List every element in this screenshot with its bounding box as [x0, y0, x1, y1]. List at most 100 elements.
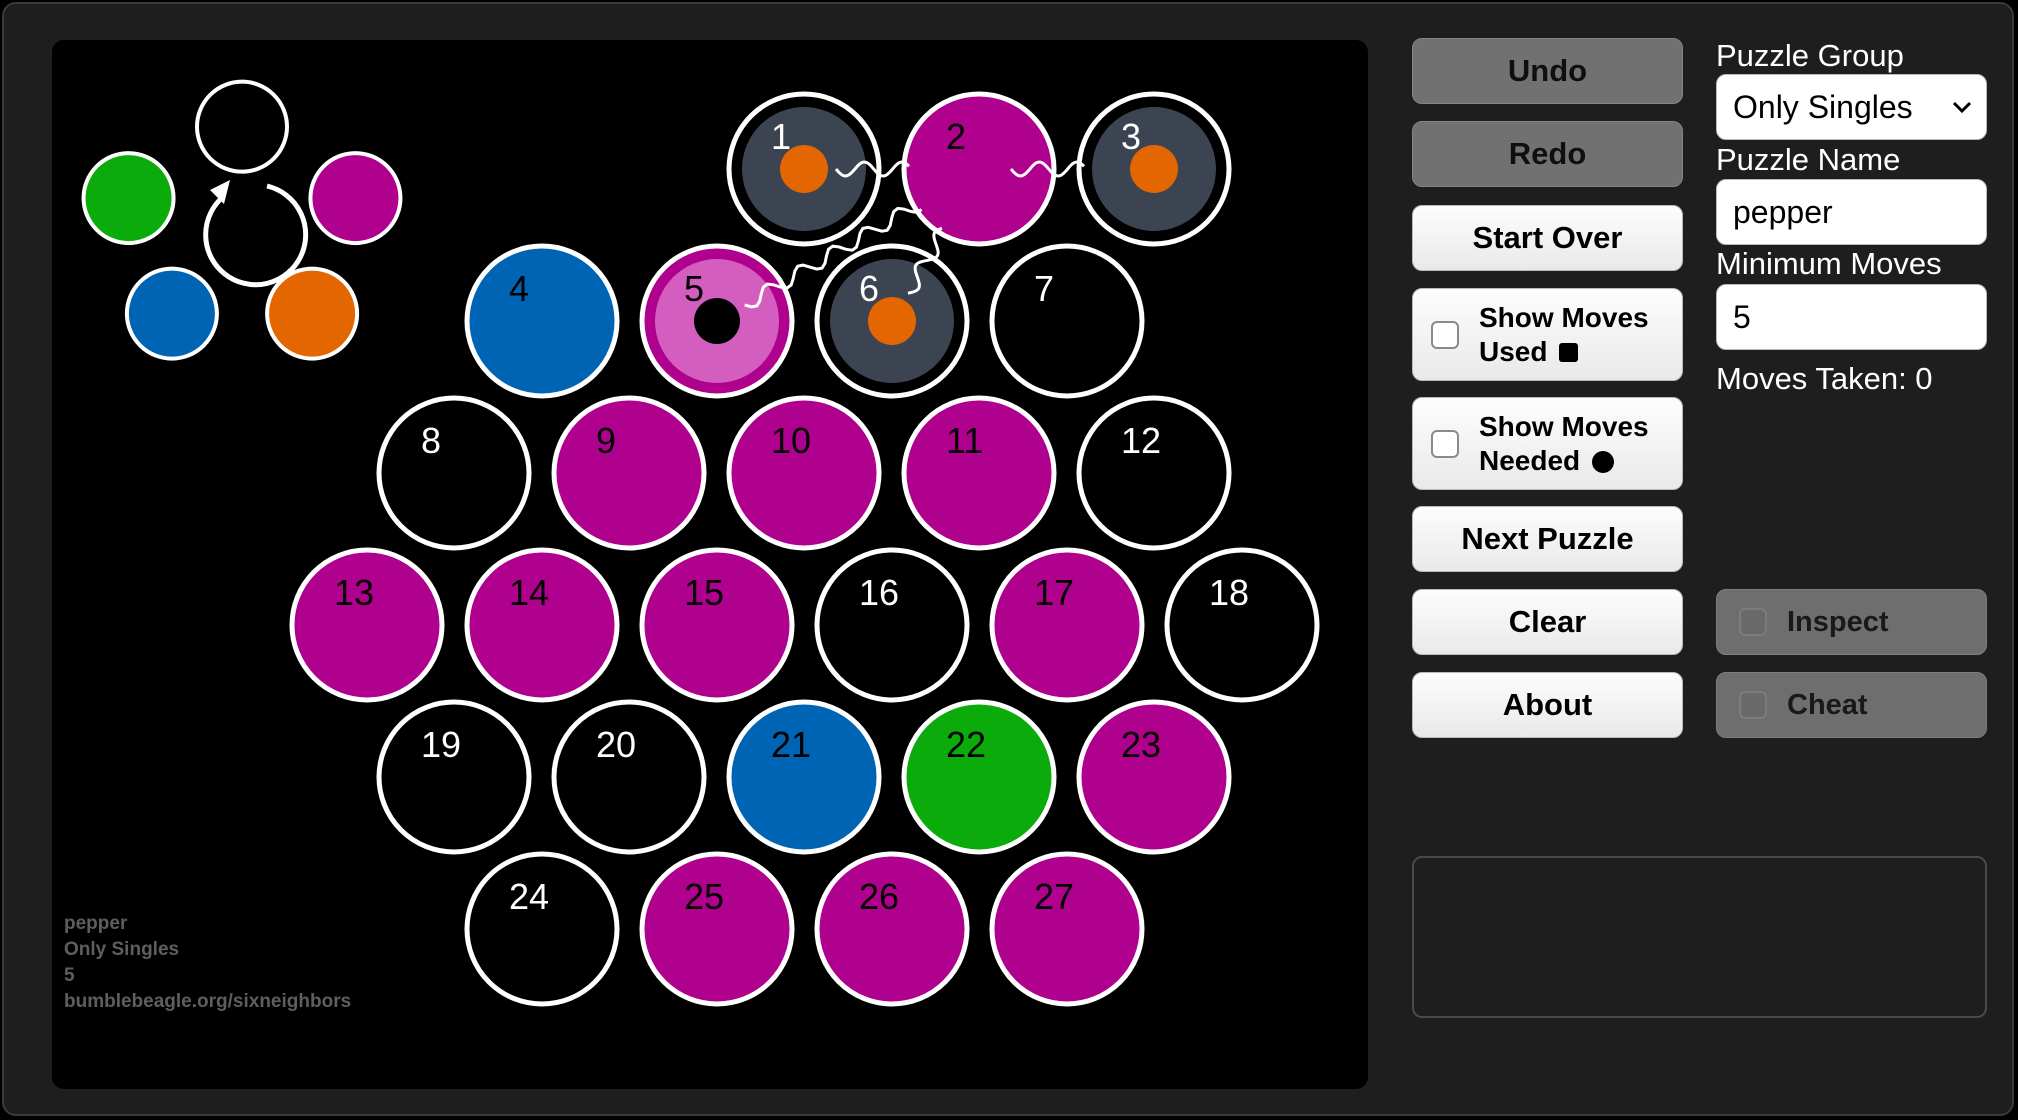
puzzle-name-label: Puzzle Name [1716, 142, 1901, 177]
cheat-label: Cheat [1787, 689, 1868, 721]
hex-cell-21[interactable]: 21 [726, 699, 882, 855]
cell-number-9: 9 [596, 420, 616, 461]
puzzle-info-group: Only Singles [64, 939, 180, 960]
game-board[interactable]: 1 2 3 4 5 6 7 8 9 10 11 12 13 14 15 16 17 18 19 20 21 22 23 24 2… [52, 40, 1368, 1089]
hex-cell-18[interactable]: 18 [1164, 547, 1320, 703]
hex-cell-7[interactable]: 7 [989, 243, 1145, 399]
color-palette [81, 79, 403, 361]
minimum-moves-label: Minimum Moves [1716, 246, 1942, 281]
minimum-moves-field[interactable]: 5 [1716, 284, 1987, 350]
hex-cell-11[interactable]: 11 [901, 395, 1057, 551]
undo-button[interactable]: Undo [1412, 38, 1683, 104]
hex-cell-22[interactable]: 22 [901, 699, 1057, 855]
hex-cell-26[interactable]: 26 [814, 851, 970, 1007]
palette-swatch-orange[interactable] [265, 266, 360, 361]
hex-cell-27[interactable]: 27 [989, 851, 1145, 1007]
inspect-label: Inspect [1787, 606, 1889, 638]
hex-cell-24[interactable]: 24 [464, 851, 620, 1007]
hex-cell-3[interactable]: 3 [1076, 91, 1232, 247]
chevron-down-icon [1952, 101, 1972, 114]
about-button[interactable]: About [1412, 672, 1683, 738]
cell-number-8: 8 [421, 420, 441, 461]
show-moves-needed-label-line2: Needed [1479, 444, 1581, 476]
start-over-button[interactable]: Start Over [1412, 205, 1683, 271]
square-marker-icon [1559, 342, 1579, 362]
hex-cell-23[interactable]: 23 [1076, 699, 1232, 855]
cell-number-20: 20 [596, 724, 636, 765]
cheat-checkbox[interactable] [1739, 691, 1767, 719]
hex-cell-8[interactable]: 8 [376, 395, 532, 551]
hex-cell-17[interactable]: 17 [989, 547, 1145, 703]
show-moves-needed-toggle[interactable]: Show Moves Needed [1412, 397, 1683, 490]
clear-button[interactable]: Clear [1412, 589, 1683, 655]
puzzle-name-input[interactable]: pepper [1716, 179, 1987, 245]
inspect-checkbox[interactable] [1739, 608, 1767, 636]
cell-number-25: 25 [684, 876, 724, 917]
hex-cell-25[interactable]: 25 [639, 851, 795, 1007]
palette-swatch-empty[interactable] [195, 79, 289, 174]
moves-taken-text: Moves Taken: 0 [1716, 361, 1933, 396]
puzzle-info-site: bumblebeagle.org/sixneighbors [64, 991, 352, 1012]
cell-number-26: 26 [859, 876, 899, 917]
palette-swatch-green[interactable] [81, 151, 176, 246]
hex-cell-14[interactable]: 14 [464, 547, 620, 703]
puzzle-group-selected: Only Singles [1733, 88, 1913, 125]
hex-cell-4[interactable]: 4 [464, 243, 620, 399]
cell-number-12: 12 [1121, 420, 1161, 461]
cell-number-27: 27 [1034, 876, 1074, 917]
next-puzzle-button[interactable]: Next Puzzle [1412, 506, 1683, 572]
cell-number-1: 1 [771, 116, 791, 157]
cell-number-7: 7 [1034, 268, 1054, 309]
cell-number-14: 14 [509, 572, 549, 613]
message-area [1412, 856, 1987, 1018]
cell-number-23: 23 [1121, 724, 1161, 765]
app-window: 1 2 3 4 5 6 7 8 9 10 11 12 13 14 15 16 17 18 19 20 21 22 23 24 2… [2, 2, 2014, 1116]
cell-number-24: 24 [509, 876, 549, 917]
cell-number-18: 18 [1209, 572, 1249, 613]
palette-swatch-magenta[interactable] [308, 151, 403, 246]
cheat-toggle[interactable]: Cheat [1716, 672, 1987, 738]
dot-marker-icon [1592, 450, 1615, 473]
cell-disc [551, 395, 707, 551]
show-moves-used-toggle[interactable]: Show Moves Used [1412, 288, 1683, 381]
show-moves-used-label-line1: Show Moves [1479, 301, 1649, 333]
hex-cell-12[interactable]: 12 [1076, 395, 1232, 551]
hex-cell-19[interactable]: 19 [376, 699, 532, 855]
show-moves-needed-checkbox[interactable] [1431, 429, 1459, 458]
cell-number-15: 15 [684, 572, 724, 613]
puzzle-group-label: Puzzle Group [1716, 38, 1904, 73]
puzzle-info: pepper Only Singles 5 bumblebeagle.org/s… [64, 911, 351, 1015]
show-moves-used-checkbox[interactable] [1431, 320, 1459, 349]
cell-number-6: 6 [859, 268, 879, 309]
cell-number-16: 16 [859, 572, 899, 613]
hex-cell-13[interactable]: 13 [289, 547, 445, 703]
cell-disc [464, 243, 620, 399]
puzzle-group-select[interactable]: Only Singles [1716, 74, 1987, 140]
cell-number-2: 2 [946, 116, 966, 157]
rotate-arrow-icon[interactable] [203, 180, 309, 288]
cell-number-19: 19 [421, 724, 461, 765]
cell-number-11: 11 [946, 420, 983, 461]
cell-number-10: 10 [771, 420, 811, 461]
palette-swatch-blue[interactable] [124, 266, 219, 361]
cell-number-21: 21 [771, 724, 811, 765]
hex-cell-5[interactable]: 5 [639, 243, 795, 399]
puzzle-name-value: pepper [1733, 193, 1833, 230]
hex-cell-10[interactable]: 10 [726, 395, 882, 551]
hex-cell-6[interactable]: 6 [814, 243, 970, 399]
hex-cell-9[interactable]: 9 [551, 395, 707, 551]
puzzle-info-name: pepper [64, 913, 128, 934]
hex-cell-20[interactable]: 20 [551, 699, 707, 855]
cell-number-17: 17 [1034, 572, 1074, 613]
minimum-moves-value: 5 [1733, 298, 1751, 335]
cell-number-5: 5 [684, 268, 704, 309]
cell-disc [989, 243, 1145, 399]
hex-cell-15[interactable]: 15 [639, 547, 795, 703]
hex-cell-16[interactable]: 16 [814, 547, 970, 703]
cell-number-22: 22 [946, 724, 986, 765]
redo-button[interactable]: Redo [1412, 121, 1683, 187]
inspect-toggle[interactable]: Inspect [1716, 589, 1987, 655]
cell-number-13: 13 [334, 572, 374, 613]
show-moves-needed-label-line1: Show Moves [1479, 410, 1649, 442]
cell-number-3: 3 [1121, 116, 1141, 157]
